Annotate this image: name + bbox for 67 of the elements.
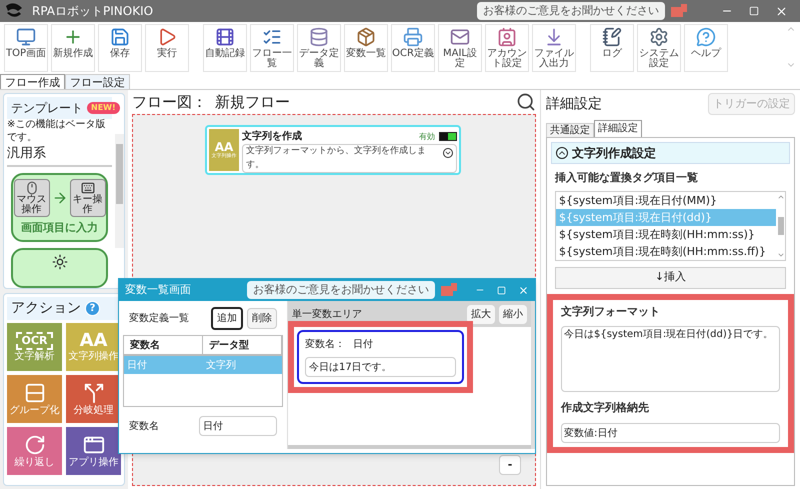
tag-item[interactable]: ${system項目:現在日付(MM)}	[556, 192, 776, 208]
toolbar-button[interactable]: TOP画面	[4, 24, 48, 72]
toolbar-button[interactable]: ファイル入出力	[532, 24, 576, 72]
status-label: 有効	[419, 130, 435, 142]
mode-tab[interactable]: フロー設定	[65, 74, 130, 89]
mouse-tile: マウス操作	[14, 178, 50, 216]
table-cell-text: 日付	[126, 358, 148, 372]
toolbar-button[interactable]: フロー一覧	[250, 24, 294, 72]
card-label: 変数名：	[305, 338, 345, 352]
node-description: 文字列フォーマットから、文字列を作成します。	[242, 144, 457, 173]
insert-button[interactable]: ↓挿入	[555, 266, 786, 288]
card-title: 画面項目に入力	[21, 220, 98, 236]
name-field[interactable]: 日付	[199, 416, 277, 436]
flow-name: 新規フロー	[215, 92, 290, 113]
column-header: 変数名	[124, 336, 203, 354]
zoom-out-button[interactable]: 縮小	[499, 304, 527, 324]
table-cell-text: 文字列	[205, 358, 237, 372]
toolbar-button[interactable]: システム設定	[637, 24, 681, 72]
column-header: データ型	[203, 336, 282, 354]
flow-title: フロー図：	[132, 92, 207, 113]
beta-note: ※この機能はベータ版です。	[7, 119, 106, 144]
format-textarea[interactable]: 今日は${system項目:現在日付(dd)}日です。	[561, 326, 780, 392]
window-title: RPAロボットPINOKIO	[32, 3, 154, 20]
toolbar-button[interactable]: 実行	[145, 24, 189, 72]
field-label: 変数名	[129, 420, 160, 434]
details-tab[interactable]: 共通設定	[546, 123, 594, 137]
zoom-out-button[interactable]: -	[499, 455, 521, 475]
field-label: 作成文字列格納先	[561, 400, 650, 416]
details-title: 詳細設定	[546, 94, 602, 114]
action-tile[interactable]: アプリ操作	[66, 427, 121, 475]
section-header[interactable]: 文字列作成設定	[551, 142, 790, 164]
category-label: 汎用系	[7, 144, 112, 166]
keyboard-tile: キー操作	[70, 178, 106, 216]
toolbar-button[interactable]: ヘルプ	[684, 24, 728, 72]
ocr-icon: OCR	[16, 332, 54, 350]
details-tab[interactable]: 詳細設定	[594, 120, 642, 137]
panel-title: テンプレート	[11, 100, 83, 117]
toolbar-button[interactable]: OCR定義	[391, 24, 435, 72]
feedback-bubble[interactable]: お客様のご意見をお聞かせください	[477, 2, 665, 20]
dialog-title: 変数一覧画面	[125, 282, 191, 298]
toolbar-button[interactable]: 保存	[98, 24, 142, 72]
tag-item[interactable]: ${system項目:現在時刻(HH:mm:ss)}	[556, 226, 776, 242]
node-title: 文字列を作成	[242, 129, 302, 144]
new-badge: NEW!	[87, 102, 120, 114]
field-label: 挿入可能な置換タグ項目一覧	[555, 170, 699, 186]
delete-button[interactable]: 削除	[247, 308, 277, 329]
value-field[interactable]: 今日は17日です。	[305, 357, 456, 377]
toolbar-button[interactable]: アカウント設定	[485, 24, 529, 72]
tag-item[interactable]: ${system項目:現在時刻(HH:mm:ss.ff)}	[556, 242, 776, 260]
toolbar-button[interactable]: ログ	[590, 24, 634, 72]
target-field[interactable]: 変数値:日付	[561, 422, 780, 442]
field-label: 文字列フォーマット	[561, 304, 661, 320]
toolbar-button[interactable]: MAIL設定	[438, 24, 482, 72]
action-tile[interactable]: 分岐処理	[66, 375, 121, 423]
panel-title: アクション	[11, 299, 81, 318]
mode-tab[interactable]: フロー作成	[0, 74, 65, 89]
list-label: 変数定義一覧	[129, 312, 190, 326]
feedback-bubble[interactable]: お客様のご意見をお聞かせください	[247, 280, 435, 300]
card-name: 日付	[353, 338, 373, 352]
template-card[interactable]: マウス操作 キー操作 画面項目に入力	[11, 172, 108, 242]
add-button[interactable]: 追加	[211, 307, 243, 330]
toolbar-button[interactable]: 自動記録	[203, 24, 247, 72]
toolbar-button[interactable]: 変数一覧	[344, 24, 388, 72]
letters-icon: AA	[80, 332, 108, 350]
zoom-in-button[interactable]: 拡大	[467, 304, 495, 324]
toolbar-button[interactable]: 新規作成	[51, 24, 95, 72]
toolbar-button[interactable]: データ定義	[297, 24, 341, 72]
